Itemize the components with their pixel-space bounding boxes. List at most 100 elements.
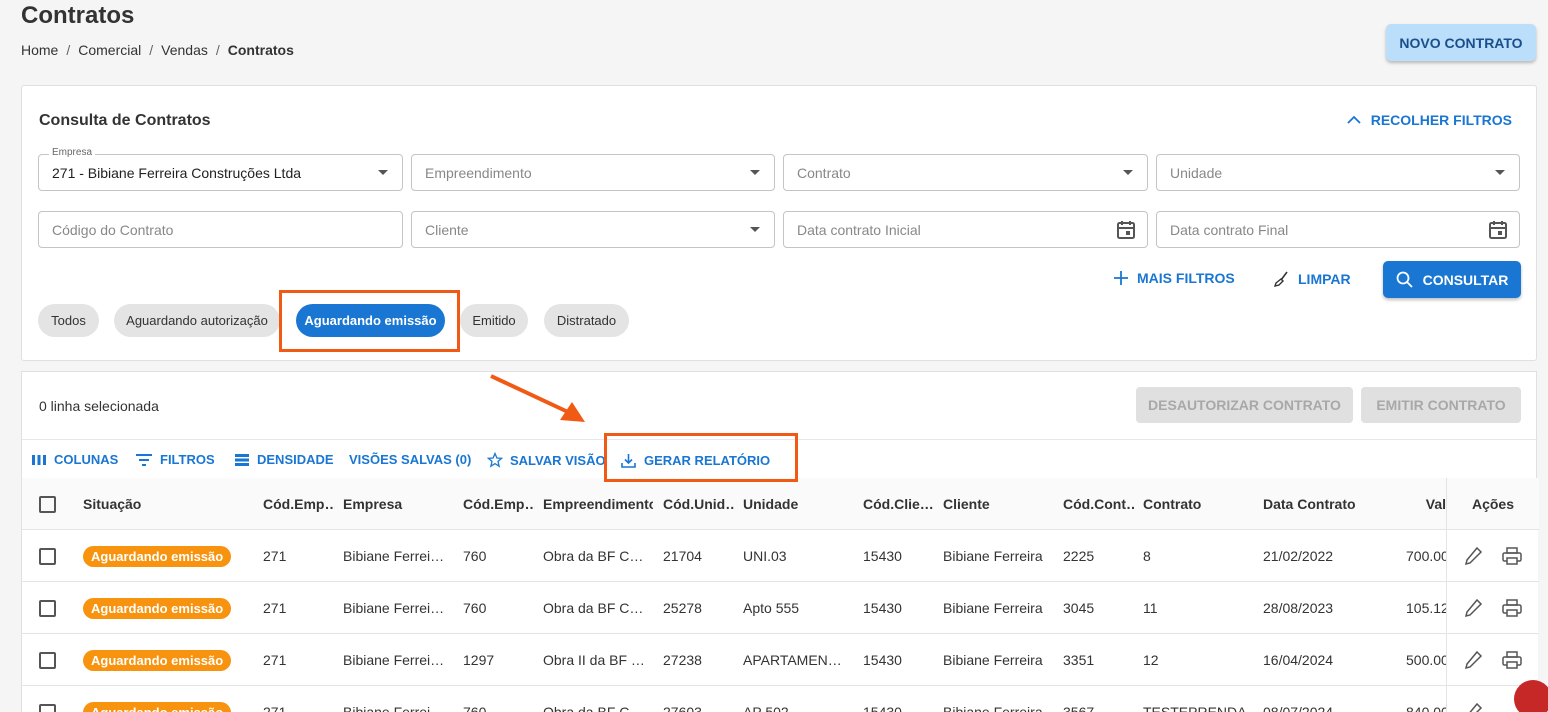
codigo-contrato-input[interactable]: Código do Contrato [38, 211, 403, 248]
empreendimento-select[interactable]: Empreendimento [411, 154, 775, 191]
cod-cliente-cell: 15430 [863, 704, 902, 712]
checkbox-box [39, 599, 56, 617]
contrato-select[interactable]: Contrato [783, 154, 1148, 191]
chip-todos[interactable]: Todos [38, 304, 99, 337]
cod-unidade-cell: 27238 [663, 652, 702, 668]
density-icon [235, 453, 249, 466]
header-cod-emp[interactable]: Cód.Emp… [263, 478, 335, 530]
edit-pencil-icon[interactable] [1463, 702, 1483, 712]
mais-filtros-button[interactable]: MAIS FILTROS [1113, 270, 1235, 286]
cod-contrato-cell: 2225 [1063, 548, 1095, 564]
cod-empreendimento-cell: 1297 [463, 652, 495, 668]
row-checkbox[interactable] [39, 530, 56, 582]
header-data-contrato[interactable]: Data Contrato [1263, 478, 1393, 530]
printer-icon[interactable] [1501, 598, 1523, 618]
codigo-contrato-placeholder: Código do Contrato [52, 221, 174, 238]
breadcrumb: Home / Comercial / Vendas / Contratos [21, 42, 294, 58]
cliente-cell: Bibiane Ferreira [943, 652, 1043, 668]
plus-icon [1114, 271, 1128, 285]
broom-icon [1273, 271, 1288, 287]
header-cliente[interactable]: Cliente [943, 478, 1053, 530]
row-checkbox[interactable] [39, 582, 56, 634]
header-empresa[interactable]: Empresa [343, 478, 453, 530]
densidade-label: DENSIDADE [257, 452, 334, 467]
row-checkbox[interactable] [39, 634, 56, 686]
desautorizar-contrato-button[interactable]: DESAUTORIZAR CONTRATO [1136, 387, 1353, 423]
densidade-button[interactable]: DENSIDADE [234, 452, 334, 467]
chip-emitido[interactable]: Emitido [460, 304, 528, 337]
edit-pencil-icon[interactable] [1463, 546, 1483, 566]
cliente-select[interactable]: Cliente [411, 211, 775, 248]
header-valor[interactable]: Val [1406, 478, 1446, 530]
header-contrato[interactable]: Contrato [1143, 478, 1253, 530]
cod-unidade-cell: 27603 [663, 704, 702, 712]
valor-cell: 105.12 [1406, 600, 1446, 616]
chip-distratado[interactable]: Distratado [544, 304, 629, 337]
checkbox-box [39, 495, 56, 513]
cod-cliente-cell: 15430 [863, 600, 902, 616]
colunas-label: COLUNAS [54, 452, 119, 467]
visoes-salvas-button[interactable]: VISÕES SALVAS (0) [349, 452, 471, 467]
edit-pencil-icon[interactable] [1463, 598, 1483, 618]
cod-emp-cell: 271 [263, 652, 287, 668]
cod-empreendimento-cell: 760 [463, 600, 487, 616]
table-row[interactable]: Aguardando emissão 271 Bibiane Ferrei… 1… [22, 634, 1538, 686]
filtros-button[interactable]: FILTROS [135, 452, 215, 467]
printer-icon[interactable] [1501, 546, 1523, 566]
chip-aguardando-autorizacao[interactable]: Aguardando autorização [114, 304, 280, 337]
cliente-cell: Bibiane Ferreira [943, 600, 1043, 616]
data-final-input[interactable]: Data contrato Final [1156, 211, 1520, 248]
star-icon [487, 452, 503, 468]
unidade-placeholder: Unidade [1170, 164, 1223, 181]
limpar-button[interactable]: LIMPAR [1272, 270, 1351, 288]
empresa-select[interactable]: Empresa 271 - Bibiane Ferreira Construçõ… [38, 147, 403, 191]
novo-contrato-button[interactable]: NOVO CONTRATO [1386, 24, 1536, 61]
filter-card: Consulta de Contratos RECOLHER FILTROS E… [21, 85, 1537, 361]
emitir-contrato-button[interactable]: EMITIR CONTRATO [1361, 387, 1521, 423]
recolher-filtros-button[interactable]: RECOLHER FILTROS [1347, 112, 1512, 128]
columns-icon [32, 454, 46, 465]
actions-column: Ações [1446, 478, 1539, 712]
table-row[interactable]: Aguardando emissão 271 Bibiane Ferrei… 7… [22, 582, 1538, 634]
table-row[interactable]: Aguardando emissão 271 Bibiane Ferrei… 7… [22, 686, 1538, 712]
calendar-icon[interactable] [1115, 219, 1137, 241]
cliente-cell: Bibiane Ferreira [943, 704, 1043, 712]
salvar-visao-button[interactable]: SALVAR VISÃO [487, 452, 606, 468]
contrato-placeholder: Contrato [797, 164, 851, 181]
empreendimento-cell: Obra da BF C… [543, 704, 644, 712]
empresa-cell: Bibiane Ferrei… [343, 652, 445, 668]
cod-cliente-cell: 15430 [863, 652, 902, 668]
valor-cell: 840.00 [1406, 704, 1446, 712]
header-cod-contrato[interactable]: Cód.Cont… [1063, 478, 1135, 530]
cod-unidade-cell: 25278 [663, 600, 702, 616]
feedback-widget-icon[interactable] [1514, 680, 1548, 712]
calendar-icon[interactable] [1487, 219, 1509, 241]
data-inicial-input[interactable]: Data contrato Inicial [783, 211, 1148, 248]
unidade-select[interactable]: Unidade [1156, 154, 1520, 191]
consultar-button[interactable]: CONSULTAR [1383, 261, 1521, 298]
header-cod-cliente[interactable]: Cód.Clie… [863, 478, 935, 530]
colunas-button[interactable]: COLUNAS [31, 452, 118, 467]
header-cod-empreendimento[interactable]: Cód.Emp… [463, 478, 535, 530]
cod-unidade-cell: 21704 [663, 548, 702, 564]
header-unidade[interactable]: Unidade [743, 478, 853, 530]
checkbox-box [39, 703, 56, 712]
table-row[interactable]: Aguardando emissão 271 Bibiane Ferrei… 7… [22, 530, 1538, 582]
edit-pencil-icon[interactable] [1463, 650, 1483, 670]
header-situacao[interactable]: Situação [83, 478, 253, 530]
printer-icon[interactable] [1501, 650, 1523, 670]
contrato-cell: 8 [1143, 548, 1151, 564]
breadcrumb-vendas[interactable]: Vendas [161, 42, 208, 58]
breadcrumb-home[interactable]: Home [21, 42, 58, 58]
checkbox-box [39, 547, 56, 565]
situacao-cell: Aguardando emissão [83, 634, 253, 686]
row-checkbox[interactable] [39, 686, 56, 712]
empresa-cell: Bibiane Ferrei… [343, 548, 445, 564]
breadcrumb-comercial[interactable]: Comercial [78, 42, 141, 58]
cod-contrato-cell: 3351 [1063, 652, 1095, 668]
empresa-label: Empresa [49, 147, 96, 158]
data-contrato-cell: 21/02/2022 [1263, 548, 1334, 564]
header-empreendimento[interactable]: Empreendimento [543, 478, 653, 530]
select-all-checkbox[interactable] [39, 478, 56, 530]
header-cod-unidade[interactable]: Cód.Unid… [663, 478, 735, 530]
